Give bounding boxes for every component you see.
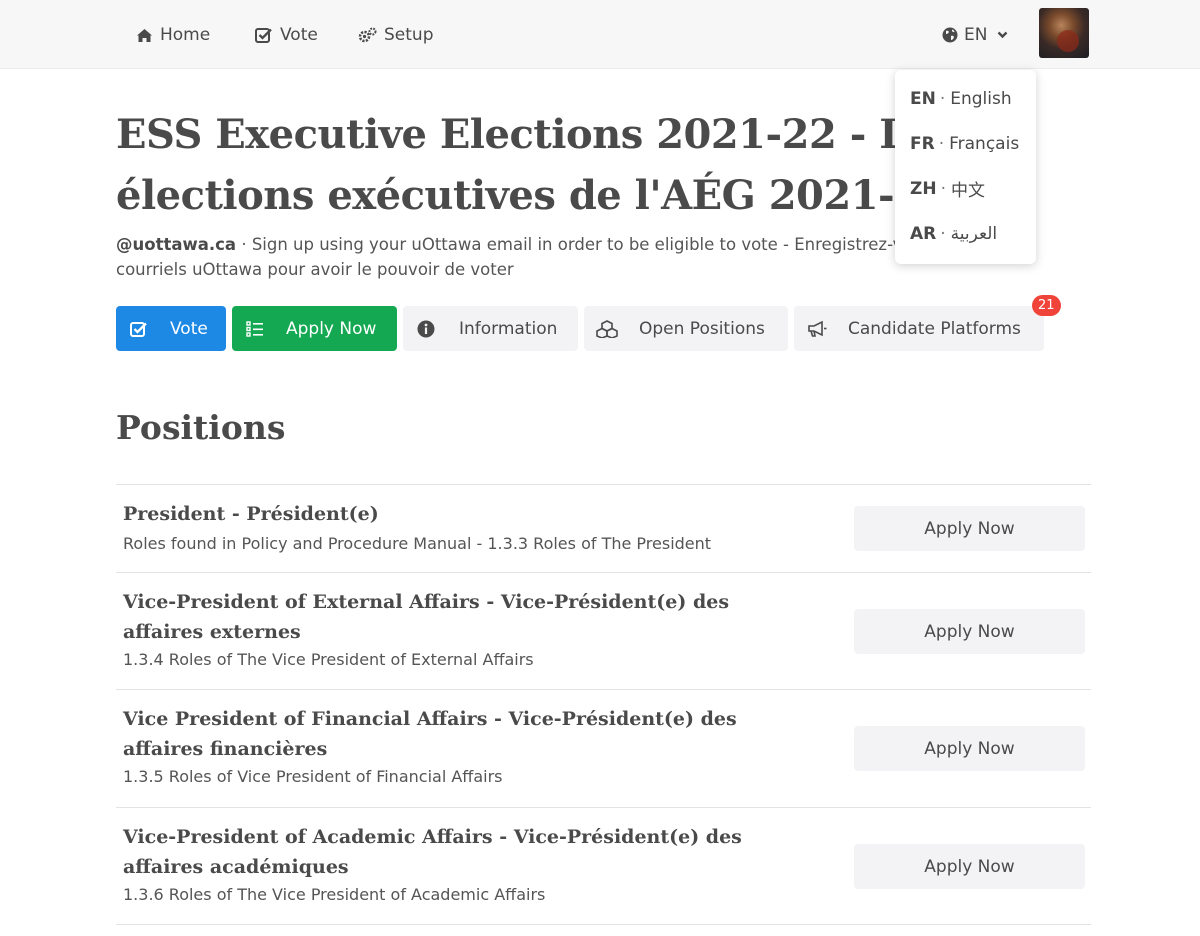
position-description: 1.3.6 Roles of The Vice President of Aca… bbox=[123, 885, 546, 904]
language-label: العربية bbox=[950, 223, 998, 244]
list-icon bbox=[246, 320, 263, 337]
language-label: English bbox=[950, 88, 1012, 109]
position-apply-button[interactable]: Apply Now bbox=[854, 726, 1085, 771]
position-description: 1.3.5 Roles of Vice President of Financi… bbox=[123, 767, 503, 786]
nav-home-label: Home bbox=[160, 25, 211, 45]
vote-button-label: Vote bbox=[170, 318, 208, 339]
candidate-platforms-button[interactable]: Candidate Platforms bbox=[794, 306, 1044, 351]
email-domain: @uottawa.ca bbox=[116, 235, 237, 254]
position-row: Vice President of Financial Affairs - Vi… bbox=[116, 690, 1091, 808]
apply-now-button-label: Apply Now bbox=[286, 318, 377, 339]
open-positions-button-label: Open Positions bbox=[639, 318, 765, 339]
nav-setup-link[interactable]: Setup bbox=[358, 22, 433, 48]
language-label: 中文 bbox=[950, 181, 985, 201]
language-code: ZH bbox=[910, 178, 937, 199]
information-button-label: Information bbox=[459, 318, 558, 339]
checkbox-icon bbox=[130, 321, 147, 337]
checkbox-icon bbox=[255, 28, 272, 43]
positions-list: President - Président(e) Roles found in … bbox=[116, 484, 1091, 925]
position-title: Vice President of Financial Affairs - Vi… bbox=[123, 708, 737, 760]
megaphone-icon bbox=[808, 320, 827, 337]
separator-dot: · bbox=[938, 133, 945, 154]
gears-icon bbox=[358, 27, 377, 43]
separator-dot: · bbox=[939, 88, 946, 109]
position-description: 1.3.4 Roles of The Vice President of Ext… bbox=[123, 650, 534, 669]
position-description: Roles found in Policy and Procedure Manu… bbox=[123, 534, 712, 553]
nav-setup-label: Setup bbox=[384, 25, 434, 45]
position-row: President - Président(e) Roles found in … bbox=[116, 485, 1091, 573]
user-avatar[interactable] bbox=[1039, 8, 1089, 58]
separator-dot: · bbox=[940, 223, 946, 244]
separator-dot: · bbox=[940, 178, 946, 199]
position-apply-button[interactable]: Apply Now bbox=[854, 844, 1085, 889]
language-option-ar[interactable]: AR · العربية bbox=[895, 211, 1036, 256]
nav-vote-label: Vote bbox=[280, 25, 318, 45]
candidate-count-badge: 21 bbox=[1032, 295, 1061, 316]
info-icon bbox=[417, 320, 435, 337]
nav-vote-link[interactable]: Vote bbox=[255, 22, 318, 48]
language-code: EN bbox=[910, 88, 936, 109]
language-menu: EN · English FR · Français ZH · 中文 AR · … bbox=[895, 70, 1036, 264]
position-title: Vice-President of Academic Affairs - Vic… bbox=[123, 826, 742, 878]
language-option-fr[interactable]: FR · Français bbox=[895, 121, 1036, 166]
position-apply-button[interactable]: Apply Now bbox=[854, 609, 1085, 654]
language-label: Français bbox=[949, 133, 1020, 154]
language-code: FR bbox=[910, 133, 935, 154]
position-row: Vice-President of External Affairs - Vic… bbox=[116, 573, 1091, 690]
open-positions-button[interactable]: Open Positions bbox=[584, 306, 788, 351]
globe-icon bbox=[942, 27, 958, 43]
candidate-platforms-button-label: Candidate Platforms bbox=[848, 318, 1021, 339]
position-title: Vice-President of External Affairs - Vic… bbox=[123, 591, 730, 643]
vote-button[interactable]: Vote bbox=[116, 306, 226, 351]
current-language: EN bbox=[964, 25, 988, 45]
positions-heading: Positions bbox=[116, 408, 286, 447]
separator-dot: · bbox=[241, 235, 252, 254]
position-apply-button[interactable]: Apply Now bbox=[854, 506, 1085, 551]
nav-home-link[interactable]: Home bbox=[136, 22, 210, 48]
language-code: AR bbox=[910, 223, 937, 244]
language-option-en[interactable]: EN · English bbox=[895, 76, 1036, 121]
information-button[interactable]: Information bbox=[403, 306, 578, 351]
language-toggle[interactable]: EN bbox=[942, 22, 1008, 48]
navbar: Home Vote Setup EN bbox=[0, 0, 1200, 69]
language-option-zh[interactable]: ZH · 中文 bbox=[895, 166, 1036, 211]
apply-now-button[interactable]: Apply Now bbox=[232, 306, 397, 351]
chevron-down-icon bbox=[998, 31, 1008, 39]
cubes-icon bbox=[596, 319, 618, 338]
position-row: Vice-President of Academic Affairs - Vic… bbox=[116, 808, 1091, 925]
home-icon bbox=[137, 28, 152, 42]
position-title: President - Président(e) bbox=[123, 503, 379, 525]
